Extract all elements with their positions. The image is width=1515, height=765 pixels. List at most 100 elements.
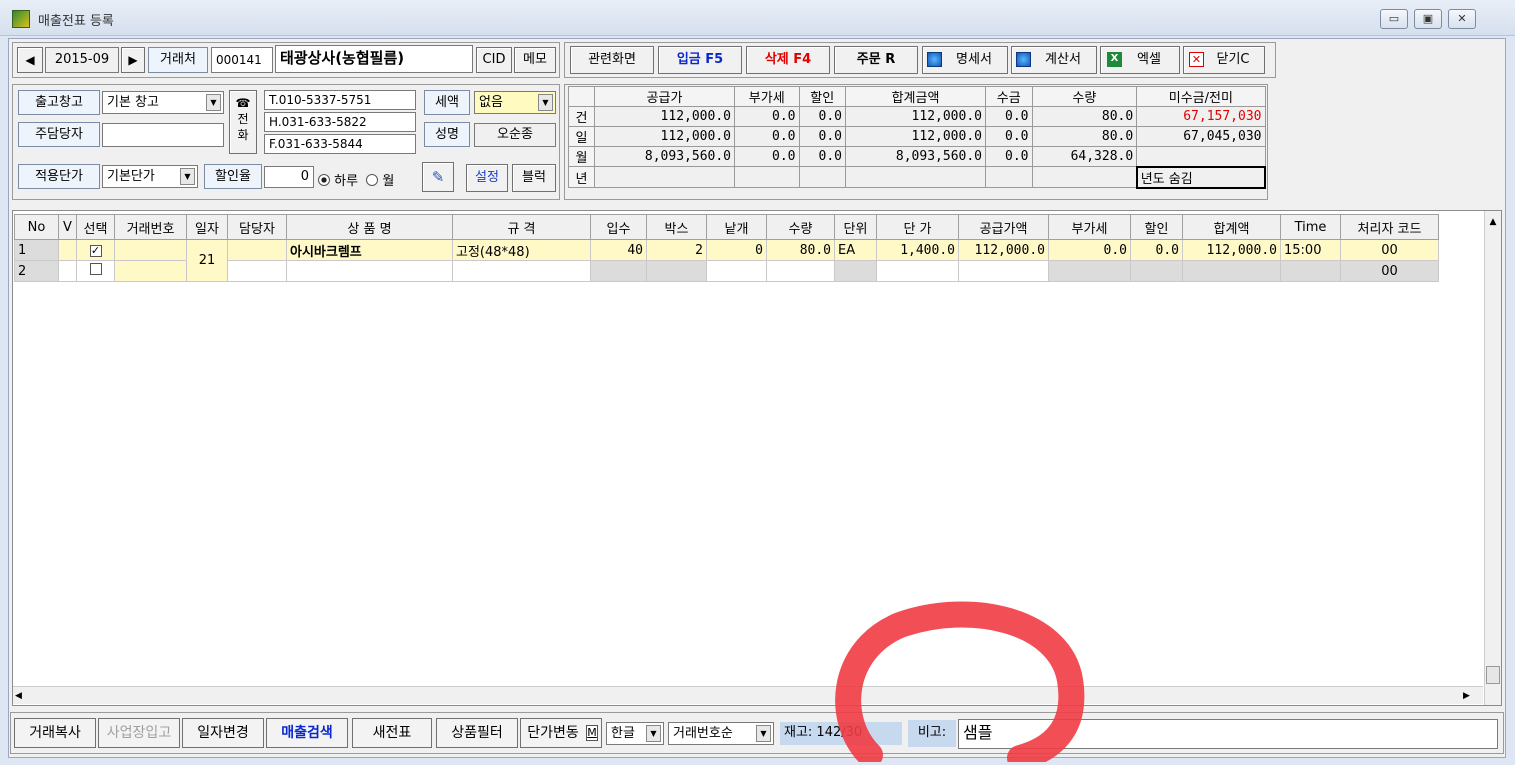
- col-time[interactable]: Time: [1280, 214, 1341, 240]
- cell-box[interactable]: 2: [646, 239, 707, 261]
- cell-qty[interactable]: [766, 260, 835, 282]
- cell-code[interactable]: 00: [1340, 260, 1439, 282]
- cell-per[interactable]: 40: [590, 239, 647, 261]
- edit-icon[interactable]: ✎: [422, 162, 454, 192]
- cell-time[interactable]: 15:00: [1280, 239, 1341, 261]
- scroll-thumb[interactable]: [1486, 666, 1500, 684]
- delete-button[interactable]: 삭제 F4: [746, 46, 830, 74]
- phone-h-field[interactable]: H.031-633-5822: [264, 112, 416, 132]
- cell-vat[interactable]: [1048, 260, 1131, 282]
- scroll-up-icon[interactable]: ▲: [1485, 213, 1501, 231]
- phone-t-field[interactable]: T.010-5337-5751: [264, 90, 416, 110]
- col-spec[interactable]: 규 격: [452, 214, 591, 240]
- col-price[interactable]: 단 가: [876, 214, 959, 240]
- col-unit[interactable]: 단위: [834, 214, 877, 240]
- scroll-right-icon[interactable]: ▶: [1463, 688, 1477, 704]
- new-slip-button[interactable]: 새전표: [352, 718, 432, 748]
- business-in-button[interactable]: 사업장입고: [98, 718, 180, 748]
- memo-button[interactable]: 메모: [514, 47, 556, 73]
- deposit-button[interactable]: 입금 F5: [658, 46, 742, 74]
- year-hidden-toggle[interactable]: 년도 숨김: [1135, 165, 1267, 189]
- cell-unit[interactable]: EA: [834, 239, 877, 261]
- phone-button[interactable]: ☎ 전 화: [229, 90, 257, 154]
- cell-discount[interactable]: [1130, 260, 1183, 282]
- cell-qty[interactable]: 80.0: [766, 239, 835, 261]
- col-v[interactable]: V: [58, 214, 77, 240]
- manager-field[interactable]: [102, 123, 224, 147]
- lang-select[interactable]: 한글 ▼: [606, 722, 664, 745]
- price-change-button[interactable]: 단가변동 M: [520, 718, 602, 748]
- cell-piece[interactable]: 0: [706, 239, 767, 261]
- cell-discount[interactable]: 0.0: [1130, 239, 1183, 261]
- settings-button[interactable]: 설정: [466, 164, 508, 192]
- col-product[interactable]: 상 품 명: [286, 214, 453, 240]
- cell-time[interactable]: [1280, 260, 1341, 282]
- cell-unit[interactable]: [834, 260, 877, 282]
- next-month-button[interactable]: ▶: [121, 47, 145, 73]
- sales-search-button[interactable]: 매출검색: [266, 718, 348, 748]
- order-button[interactable]: 주문 R: [834, 46, 918, 74]
- cell-total[interactable]: 112,000.0: [1182, 239, 1281, 261]
- vertical-scrollbar[interactable]: ▲: [1484, 211, 1501, 705]
- minimize-icon[interactable]: ▭: [1380, 9, 1408, 29]
- block-button[interactable]: 블럭: [512, 164, 556, 192]
- statement-button[interactable]: 명세서: [922, 46, 1008, 74]
- copy-trade-button[interactable]: 거래복사: [14, 718, 96, 748]
- scroll-left-icon[interactable]: ◀: [15, 688, 29, 704]
- cell-supply[interactable]: 112,000.0: [958, 239, 1049, 261]
- chevron-down-icon[interactable]: ▼: [180, 168, 195, 185]
- prev-month-button[interactable]: ◀: [17, 47, 43, 73]
- col-per[interactable]: 입수: [590, 214, 647, 240]
- col-manager[interactable]: 담당자: [227, 214, 287, 240]
- table-row[interactable]: 1 ✓ 21 아시바크렘프 고정(48*48) 40 2 0 80.0 EA 1…: [14, 239, 1439, 282]
- cell-code[interactable]: 00: [1340, 239, 1439, 261]
- row-checkbox[interactable]: [89, 263, 102, 275]
- partner-name-field[interactable]: 태광상사(농협필름): [275, 45, 473, 73]
- close-button[interactable]: ✕ 닫기C: [1183, 46, 1265, 74]
- invoice-button[interactable]: 계산서: [1011, 46, 1097, 74]
- cell-spec[interactable]: [452, 260, 591, 282]
- col-box[interactable]: 박스: [646, 214, 707, 240]
- col-supply[interactable]: 공급가액: [958, 214, 1049, 240]
- phone-f-field[interactable]: F.031-633-5844: [264, 134, 416, 154]
- month-field[interactable]: 2015-09: [45, 47, 119, 73]
- col-vat[interactable]: 부가세: [1048, 214, 1131, 240]
- cell-price[interactable]: 1,400.0: [876, 239, 959, 261]
- product-filter-button[interactable]: 상품필터: [436, 718, 518, 748]
- chevron-down-icon[interactable]: ▼: [538, 94, 553, 111]
- tax-select[interactable]: 없음 ▼: [474, 91, 556, 114]
- close-icon[interactable]: ✕: [1448, 9, 1476, 29]
- cell-spec[interactable]: 고정(48*48): [452, 239, 591, 261]
- col-trade-no[interactable]: 거래번호: [114, 214, 187, 240]
- name-field[interactable]: 오순종: [474, 123, 556, 147]
- row-checkbox[interactable]: ✓: [89, 244, 102, 257]
- chevron-down-icon[interactable]: ▼: [206, 94, 221, 111]
- cell-piece[interactable]: [706, 260, 767, 282]
- cell-per[interactable]: [590, 260, 647, 282]
- table-row[interactable]: 2 00: [14, 260, 1439, 282]
- maximize-icon[interactable]: ▣: [1414, 9, 1442, 29]
- cell-total[interactable]: [1182, 260, 1281, 282]
- sort-select[interactable]: 거래번호순 ▼: [668, 722, 774, 745]
- col-no[interactable]: No: [14, 214, 59, 240]
- cell-vat[interactable]: 0.0: [1048, 239, 1131, 261]
- col-total[interactable]: 합계액: [1182, 214, 1281, 240]
- col-day[interactable]: 일자: [186, 214, 228, 240]
- cell-price[interactable]: [876, 260, 959, 282]
- cid-button[interactable]: CID: [476, 47, 512, 73]
- price-type-select[interactable]: 기본단가 ▼: [102, 165, 198, 188]
- related-screen-button[interactable]: 관련화면: [570, 46, 654, 74]
- cell-product[interactable]: 아시바크렘프: [286, 239, 453, 261]
- col-piece[interactable]: 낱개: [706, 214, 767, 240]
- cell-supply[interactable]: [958, 260, 1049, 282]
- horizontal-scrollbar[interactable]: ◀ ▶: [13, 686, 1483, 704]
- col-qty[interactable]: 수량: [766, 214, 835, 240]
- partner-code-field[interactable]: 000141: [211, 47, 273, 73]
- discount-field[interactable]: 0: [264, 166, 314, 188]
- radio-month[interactable]: [366, 174, 379, 186]
- excel-button[interactable]: X 엑셀: [1100, 46, 1180, 74]
- radio-day[interactable]: [318, 174, 330, 186]
- cell-product[interactable]: [286, 260, 453, 282]
- change-date-button[interactable]: 일자변경: [182, 718, 264, 748]
- cell-box[interactable]: [646, 260, 707, 282]
